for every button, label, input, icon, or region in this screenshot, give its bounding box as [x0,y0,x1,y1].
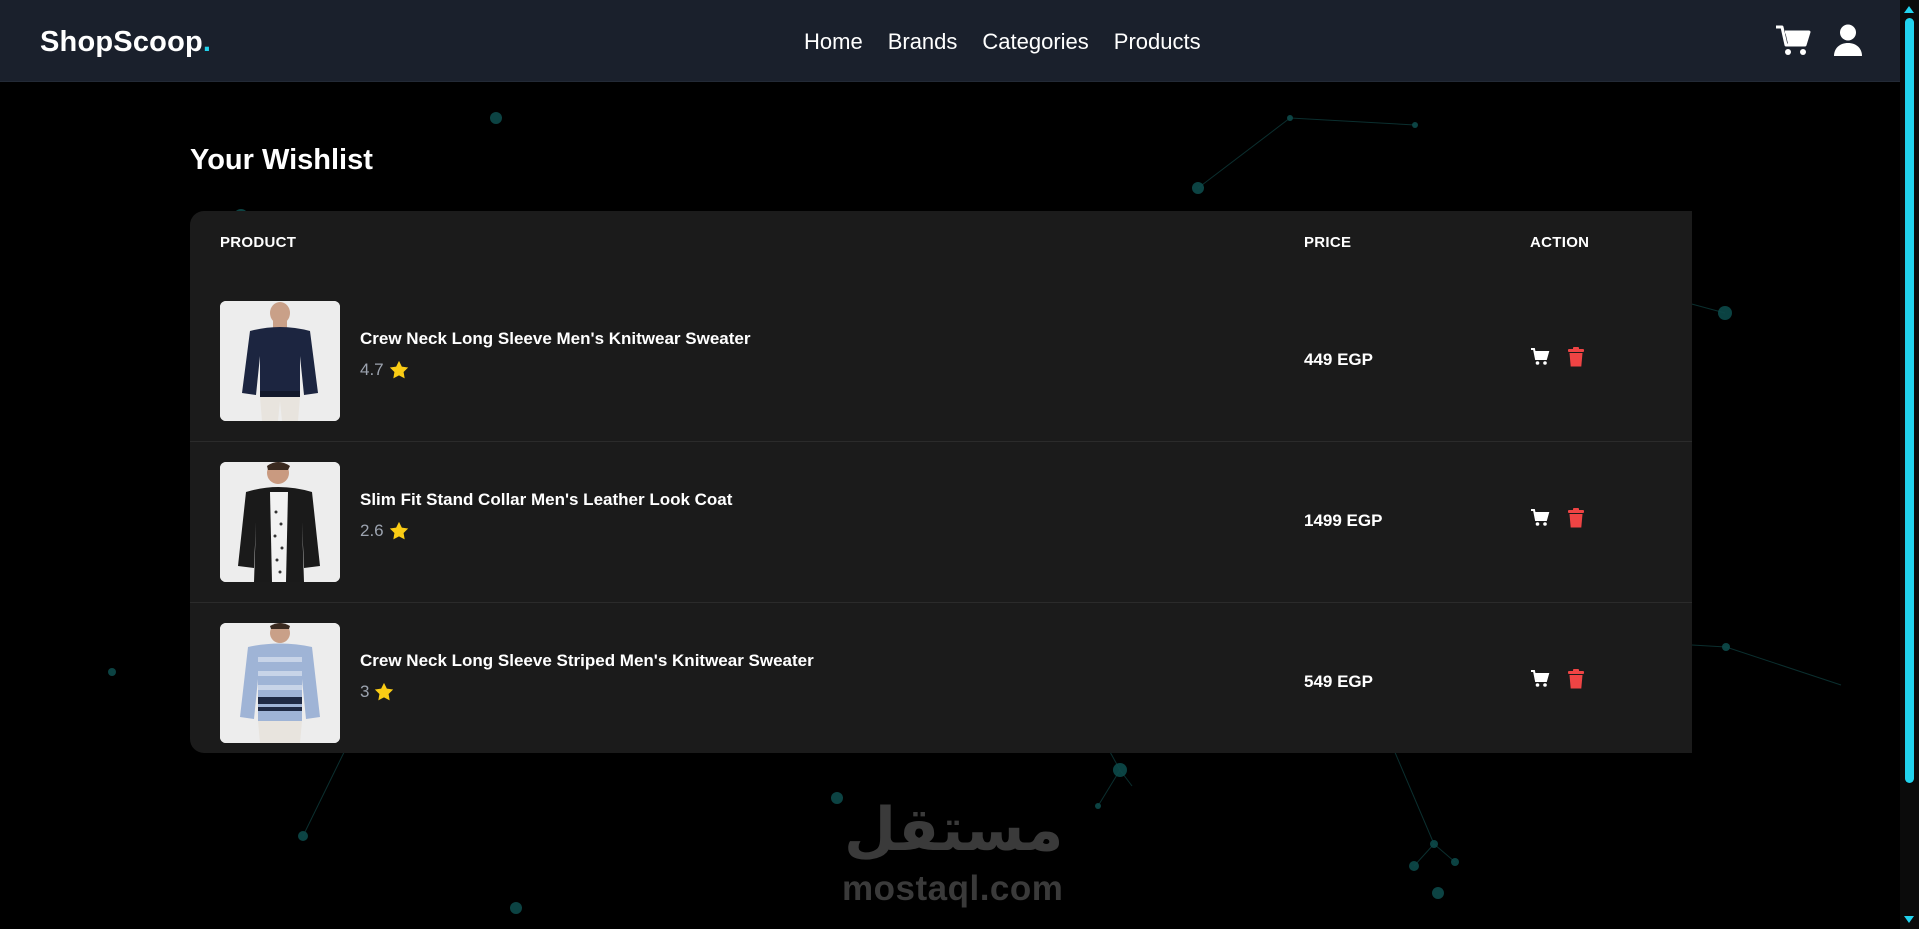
nav-link-home[interactable]: Home [804,29,863,55]
product-rating: 4.7 [360,359,410,381]
nav-link-categories[interactable]: Categories [982,29,1088,55]
navbar: ShopScoop. Home Brands Categories Produc… [0,0,1900,82]
wishlist-table: PRODUCT PRICE ACTION Crew Neck Long Slee… [190,211,1692,753]
delete-button[interactable] [1568,347,1588,369]
brand-logo[interactable]: ShopScoop. [40,26,211,59]
product-price: 549 EGP [1304,672,1373,691]
scroll-up-arrow-icon[interactable] [1904,6,1914,13]
product-image[interactable] [220,301,340,421]
wishlist-row: Crew Neck Long Sleeve Men's Knitwear Swe… [190,281,1692,442]
delete-button[interactable] [1568,669,1588,691]
product-price: 1499 EGP [1304,511,1383,530]
row-actions [1530,347,1588,369]
product-name[interactable]: Crew Neck Long Sleeve Men's Knitwear Swe… [360,329,750,349]
add-to-cart-button[interactable] [1530,347,1550,369]
product-rating: 2.6 [360,520,410,542]
main-nav: Home Brands Categories Products [804,29,1201,55]
rating-value: 3 [360,682,370,701]
product-image[interactable] [220,462,340,582]
nav-link-products[interactable]: Products [1114,29,1201,55]
nav-link-brands[interactable]: Brands [888,29,958,55]
star-icon [388,359,410,381]
product-rating: 3 [360,681,395,703]
column-header-action: ACTION [1530,234,1590,251]
star-icon [388,520,410,542]
column-header-product: PRODUCT [220,234,297,251]
user-icon[interactable] [1833,24,1863,62]
add-to-cart-button[interactable] [1530,669,1550,691]
column-header-price: PRICE [1304,234,1352,251]
product-price: 449 EGP [1304,350,1373,369]
cart-icon[interactable] [1775,24,1811,62]
scroll-down-arrow-icon[interactable] [1904,916,1914,923]
wishlist-page: ShopScoop. Home Brands Categories Produc… [0,0,1919,929]
mostaql-watermark: مستقل mostaql.com [820,795,1090,910]
product-name[interactable]: Crew Neck Long Sleeve Striped Men's Knit… [360,651,814,671]
brand-dot: . [202,26,212,58]
add-to-cart-button[interactable] [1530,508,1550,530]
row-actions [1530,508,1588,530]
page-title: Your Wishlist [190,144,373,176]
delete-button[interactable] [1568,508,1588,530]
page-scrollbar[interactable] [1900,0,1919,929]
wishlist-row: Slim Fit Stand Collar Men's Leather Look… [190,442,1692,603]
product-name[interactable]: Slim Fit Stand Collar Men's Leather Look… [360,490,732,510]
watermark-domain-text: mostaql.com [842,869,1064,908]
brand-name: ShopScoop [40,26,203,58]
rating-value: 4.7 [360,360,384,379]
row-actions [1530,669,1588,691]
main-content: Your Wishlist PRODUCT PRICE ACTION Crew … [0,0,1900,929]
star-icon [373,681,395,703]
watermark-arabic-text: مستقل [844,795,1064,865]
wishlist-row: Crew Neck Long Sleeve Striped Men's Knit… [190,603,1692,763]
product-image[interactable] [220,623,340,743]
scroll-thumb[interactable] [1905,18,1914,783]
rating-value: 2.6 [360,521,384,540]
